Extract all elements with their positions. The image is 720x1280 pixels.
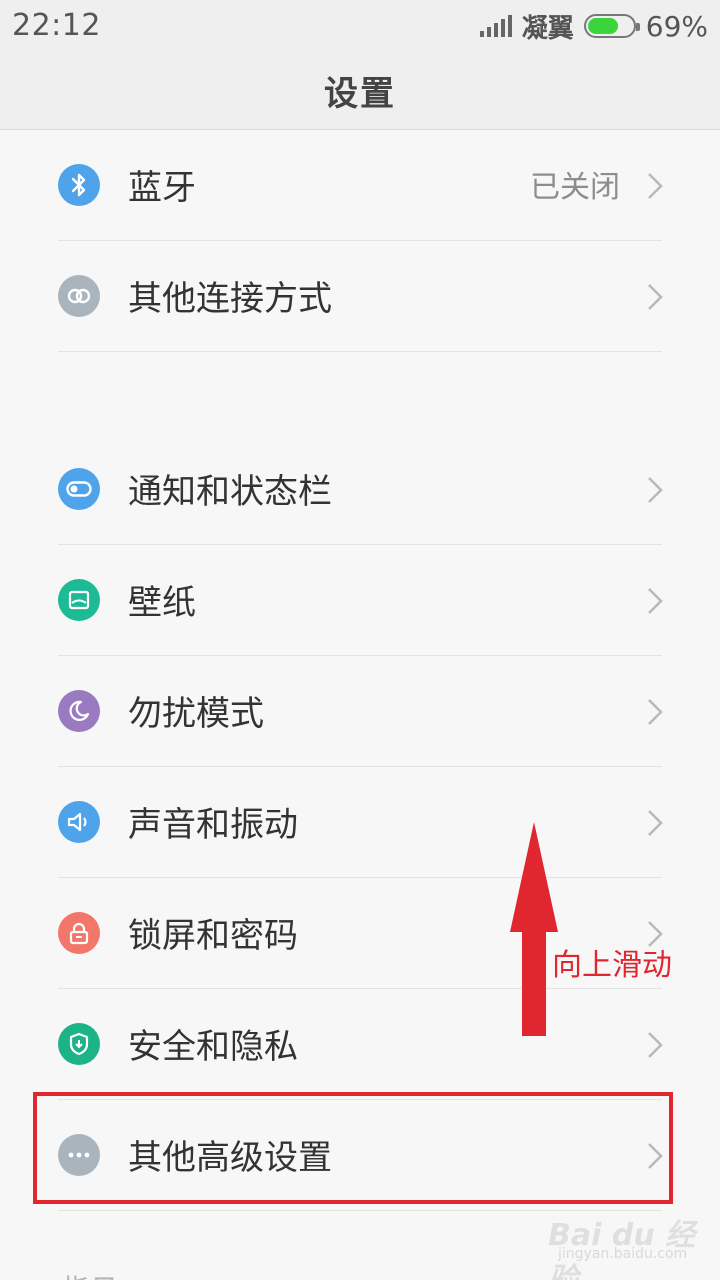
chevron-right-icon [648,810,663,836]
chevron-right-icon [648,284,663,310]
watermark: Bai du 经验 jingyan.baidu.com [548,1200,698,1280]
settings-item-do-not-disturb[interactable]: 勿扰模式 [0,656,720,767]
status-time: 22:12 [12,8,101,43]
app-header: 设置 [0,52,720,130]
status-indicators: 凝翼 69% [479,8,708,44]
battery-level [587,18,619,34]
settings-item-label: 声音和振动 [128,805,298,845]
moon-icon [58,690,100,732]
settings-item-label: 勿扰模式 [128,694,264,734]
settings-item-label: 通知和状态栏 [128,472,332,512]
settings-item-label: 其他高级设置 [128,1138,332,1178]
settings-item-label: 壁纸 [128,583,196,623]
settings-item-sound[interactable]: 声音和振动 [0,767,720,878]
watermark-logo: Bai du 经验 [548,1218,696,1280]
settings-item-notifications[interactable]: 通知和状态栏 [0,434,720,545]
settings-item-security[interactable]: 安全和隐私 [0,989,720,1100]
settings-item-bluetooth[interactable]: 蓝牙 已关闭 [0,130,720,241]
settings-item-label: 其他连接方式 [128,279,332,319]
settings-item-label: 安全和隐私 [128,1027,298,1067]
lock-icon [58,912,100,954]
up-arrow-icon [510,822,558,1036]
settings-item-label: 锁屏和密码 [128,916,298,956]
watermark-url: jingyan.baidu.com [558,1246,688,1262]
settings-item-advanced[interactable]: 其他高级设置 [0,1100,720,1211]
shield-icon [58,1023,100,1065]
section-label-partial: 指日 [62,1268,118,1280]
speaker-icon [58,801,100,843]
scroll-hint: 向上滑动 [552,948,672,983]
chevron-right-icon [648,477,663,503]
link-icon [58,275,100,317]
chevron-right-icon [648,173,663,199]
battery-percent: 69% [645,9,708,43]
more-icon [58,1134,100,1176]
settings-item-other-connections[interactable]: 其他连接方式 [0,241,720,352]
bluetooth-icon [58,164,100,206]
settings-screen: 22:12 凝翼 69% 设置 蓝牙 已关闭 其他连接方式 通知和状态栏 壁纸 … [0,0,720,1280]
carrier-name: 凝翼 [521,13,574,44]
signal-icon [479,15,512,37]
battery-icon [583,14,640,38]
chevron-right-icon [648,699,663,725]
settings-list: 蓝牙 已关闭 其他连接方式 通知和状态栏 壁纸 勿扰模式 声音和振动 锁屏和密码… [0,130,720,1211]
toggle-icon [58,468,100,510]
status-bar: 22:12 凝翼 69% [0,0,720,52]
page-title: 设置 [324,74,396,114]
bluetooth-status: 已关闭 [530,170,620,205]
picture-icon [58,579,100,621]
settings-item-label: 蓝牙 [128,168,196,208]
settings-item-wallpaper[interactable]: 壁纸 [0,545,720,656]
chevron-right-icon [648,1143,663,1169]
chevron-right-icon [648,1032,663,1058]
chevron-right-icon [648,588,663,614]
